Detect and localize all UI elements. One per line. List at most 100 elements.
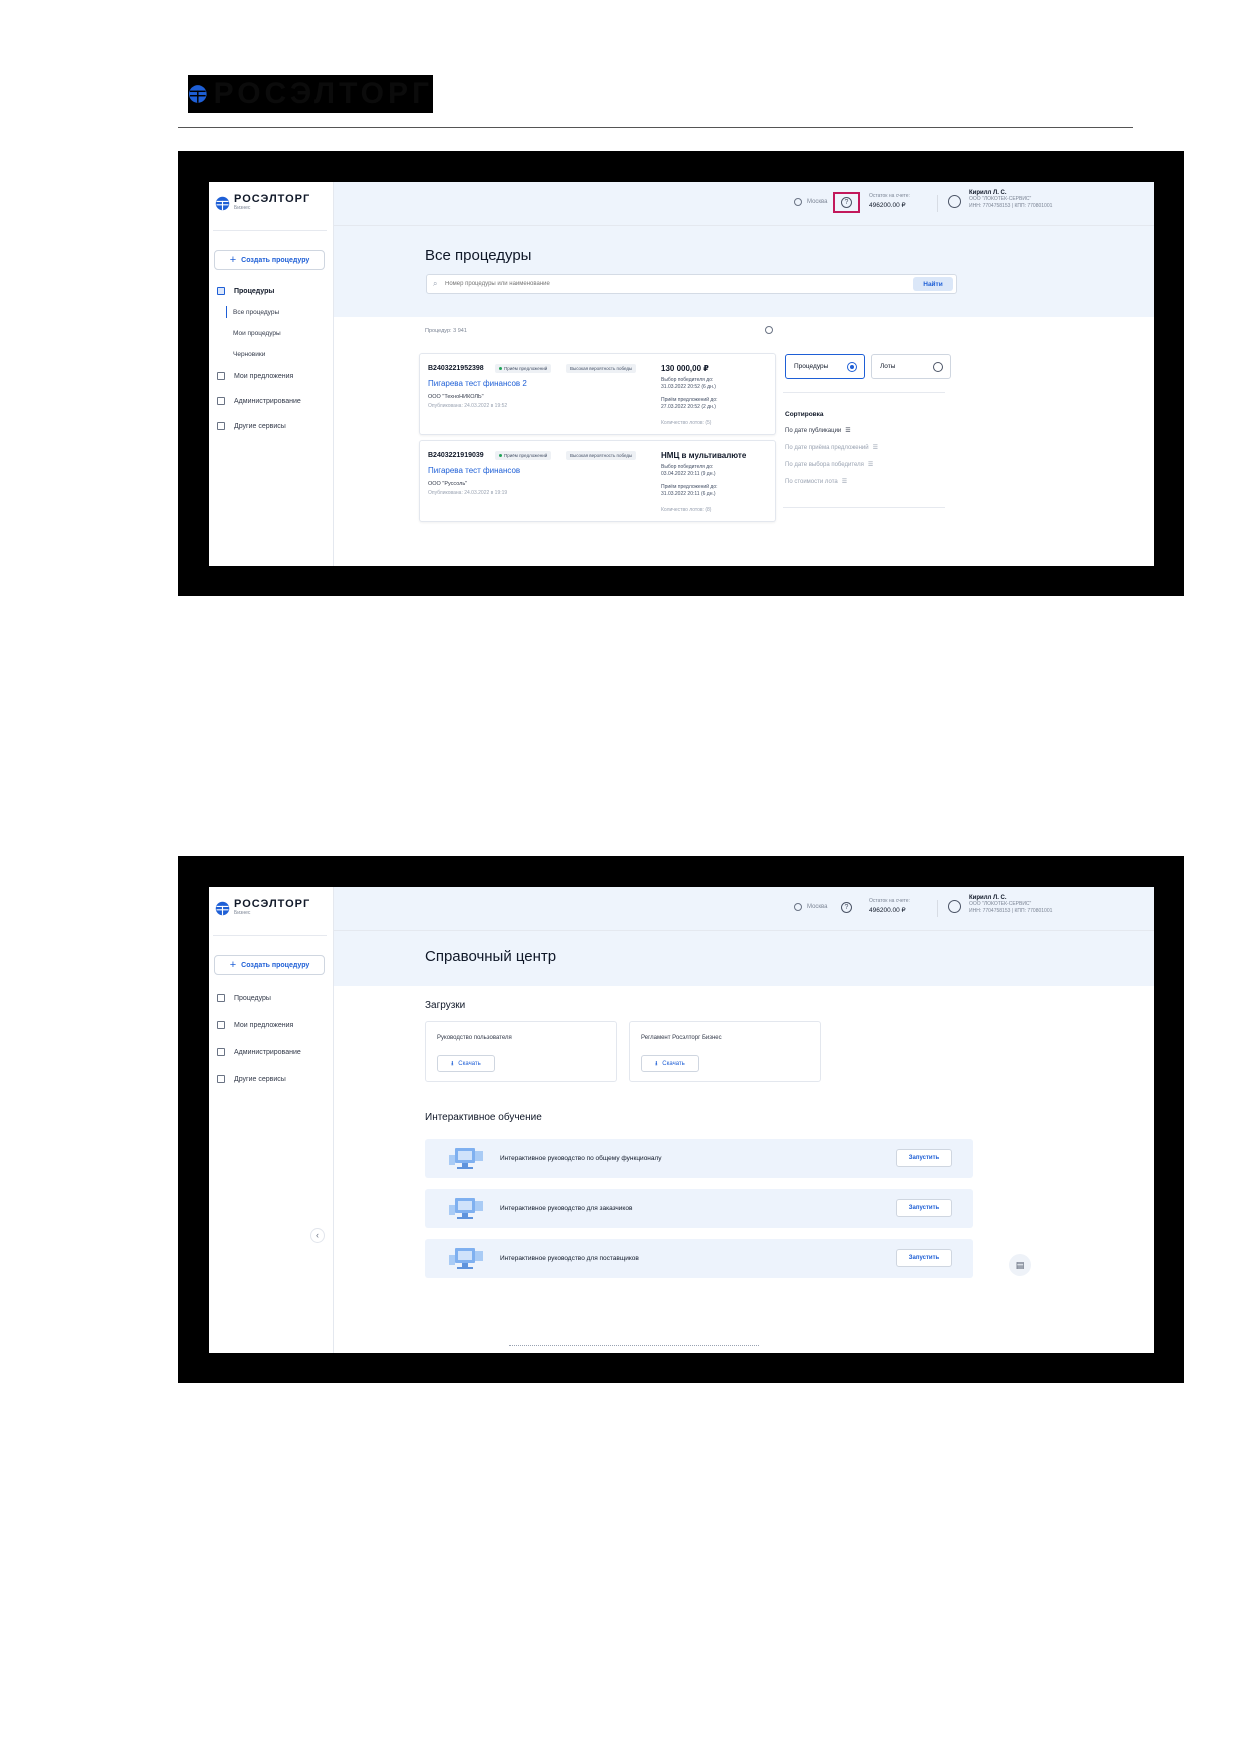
search-bar: ⌕ Найти xyxy=(426,274,957,294)
app-logo[interactable]: РОСЭЛТОРГ Бизнес xyxy=(215,899,310,917)
sort-label: По стоимости лота xyxy=(785,479,838,485)
create-procedure-button[interactable]: + Создать процедуру xyxy=(214,250,325,270)
download-icon: ⭳ xyxy=(655,1060,658,1067)
sidebar-item-administration[interactable]: Администрирование xyxy=(217,397,301,405)
sort-icon: ☰ xyxy=(872,445,878,451)
user-avatar-icon xyxy=(948,195,961,208)
launch-button[interactable]: Запустить xyxy=(896,1149,952,1167)
sidebar-item-my-offers[interactable]: Мои предложения xyxy=(217,372,293,380)
status-dot-icon xyxy=(499,367,502,371)
help-button[interactable]: ? xyxy=(833,897,860,918)
sidebar-item-procedures[interactable]: Процедуры xyxy=(217,994,271,1002)
status-dot-icon xyxy=(499,454,502,458)
procedure-organization: ООО "ТехноНИКОЛЬ" xyxy=(428,394,484,400)
winner-deadline: Выбор победителя до: 31.03.2022 20:52 (6 … xyxy=(661,377,771,390)
publication-date: Опубликована: 24.03.2022 в 19:52 xyxy=(428,403,508,409)
create-procedure-label: Создать процедуру xyxy=(241,256,310,264)
location-pin-icon xyxy=(794,198,802,206)
sidebar-item-other-services[interactable]: Другие сервисы xyxy=(217,1075,286,1083)
download-icon: ⭳ xyxy=(451,1060,454,1067)
create-procedure-button[interactable]: + Создать процедуру xyxy=(214,955,325,975)
search-input[interactable] xyxy=(445,278,905,290)
topbar: Москва ? Остаток на счете: 496200.00 ₽ К… xyxy=(334,887,1154,931)
user-menu[interactable]: Кирилл Л. С. ООО "ЛОКОТЕК-СЕРВИС" ИНН: 7… xyxy=(948,895,1052,915)
document-icon xyxy=(217,994,225,1002)
chat-icon: ▤ xyxy=(1015,1259,1025,1270)
publication-date: Опубликована: 24.03.2022 в 19:19 xyxy=(428,490,508,496)
footer-links xyxy=(509,1345,759,1352)
course-row: Интерактивное руководство для заказчиков… xyxy=(425,1189,973,1228)
chat-button[interactable]: ▤ xyxy=(1009,1254,1031,1276)
user-menu[interactable]: Кирилл Л. С. ООО "ЛОКОТЕК-СЕРВИС" ИНН: 7… xyxy=(948,190,1052,210)
sort-by-offers-date[interactable]: По дате приёма предложений ☰ xyxy=(785,444,878,451)
procedure-card[interactable]: B2403221919039 Приём предложений Высокая… xyxy=(419,440,776,522)
user-organization: ООО "ЛОКОТЕК-СЕРВИС" xyxy=(969,901,1032,907)
location-selector[interactable]: Москва xyxy=(794,198,827,206)
download-button[interactable]: ⭳ Скачать xyxy=(437,1055,495,1072)
procedure-title-link[interactable]: Пигарева тест финансов xyxy=(428,466,520,475)
procedure-card[interactable]: B2403221952398 Приём предложений Высокая… xyxy=(419,353,776,435)
sidebar-item-label: Администрирование xyxy=(234,397,301,405)
screenshot-all-procedures: РОСЭЛТОРГ Бизнес + Создать процедуру Проц… xyxy=(178,151,1184,596)
probability-badge: Высокая вероятность победы xyxy=(566,364,637,373)
lots-count: Количество лотов: (5) xyxy=(661,420,712,426)
course-row: Интерактивное руководство для поставщико… xyxy=(425,1239,973,1278)
sort-label: По дате приёма предложений xyxy=(785,445,869,451)
filter-divider xyxy=(783,507,945,508)
launch-button[interactable]: Запустить xyxy=(896,1249,952,1267)
download-button[interactable]: ⭳ Скачать xyxy=(641,1055,699,1072)
user-inn: ИНН: 7704758153 | КПП: 770801001 xyxy=(969,203,1053,209)
settings-gear-icon[interactable] xyxy=(765,326,773,334)
sidebar-item-all-procedures[interactable]: Все процедуры xyxy=(233,309,279,316)
sidebar-item-administration[interactable]: Администрирование xyxy=(217,1048,301,1056)
course-row: Интерактивное руководство по общему функ… xyxy=(425,1139,973,1178)
monitor-illustration-icon xyxy=(449,1198,483,1219)
app-logo[interactable]: РОСЭЛТОРГ Бизнес xyxy=(215,194,310,212)
toggle-lots[interactable]: Лоты xyxy=(871,354,951,379)
winner-deadline-date: 03.04.2022 20:11 (9 дн.) xyxy=(661,470,716,477)
screenshot-help-center: РОСЭЛТОРГ Бизнес + Создать процедуру Проц… xyxy=(178,856,1184,1383)
procedure-number: B2403221919039 xyxy=(428,452,484,459)
winner-deadline-date: 31.03.2022 20:52 (6 дн.) xyxy=(661,383,716,390)
offers-deadline-date: 27.03.2022 20:52 (2 дн.) xyxy=(661,403,716,410)
sort-by-publication[interactable]: По дате публикации ☰ xyxy=(785,427,851,434)
status-badge: Приём предложений xyxy=(495,451,552,460)
procedure-price: НМЦ в мультивалюте xyxy=(661,451,747,460)
sidebar-item-my-offers[interactable]: Мои предложения xyxy=(217,1021,293,1029)
sidebar-item-label: Другие сервисы xyxy=(234,422,286,430)
download-card: Регламент Росэлторг Бизнес ⭳ Скачать xyxy=(629,1021,821,1082)
sort-by-winner-date[interactable]: По дате выбора победителя ☰ xyxy=(785,461,873,468)
brand-name: РОСЭЛТОРГ xyxy=(234,193,311,205)
sort-by-lot-price[interactable]: По стоимости лота ☰ xyxy=(785,478,847,485)
sidebar-item-my-procedures[interactable]: Мои процедуры xyxy=(233,330,281,337)
sort-icon: ☰ xyxy=(845,428,851,434)
winner-deadline: Выбор победителя до: 03.04.2022 20:11 (9 … xyxy=(661,464,771,477)
sidebar: РОСЭЛТОРГ Бизнес + Создать процедуру Проц… xyxy=(209,182,334,566)
procedure-title-link[interactable]: Пигарева тест финансов 2 xyxy=(428,379,527,388)
brand-icon xyxy=(215,196,230,210)
sort-title: Сортировка xyxy=(785,411,824,418)
launch-button[interactable]: Запустить xyxy=(896,1199,952,1217)
location-pin-icon xyxy=(794,903,802,911)
sidebar-item-drafts[interactable]: Черновики xyxy=(233,351,265,358)
create-procedure-label: Создать процедуру xyxy=(241,961,310,969)
topbar-divider xyxy=(937,195,938,212)
page-title: Справочный центр xyxy=(425,948,557,965)
sidebar-item-label: Мои предложения xyxy=(234,1021,294,1029)
find-button[interactable]: Найти xyxy=(913,277,953,291)
toggle-procedures[interactable]: Процедуры xyxy=(785,354,865,379)
admin-icon xyxy=(217,1048,225,1056)
account-balance: Остаток на счете: 496200.00 ₽ xyxy=(869,898,910,914)
course-title: Интерактивное руководство по общему функ… xyxy=(500,1155,662,1162)
downloads-title: Загрузки xyxy=(425,1000,466,1011)
location-selector[interactable]: Москва xyxy=(794,903,827,911)
roseltorg-logo-icon xyxy=(188,85,207,103)
sidebar-item-other-services[interactable]: Другие сервисы xyxy=(217,422,286,430)
collapse-sidebar-button[interactable]: ‹ xyxy=(310,1228,325,1243)
help-button[interactable]: ? xyxy=(833,192,860,213)
offers-deadline: Приём предложений до: 27.03.2022 20:52 (2… xyxy=(661,397,771,410)
app-window: РОСЭЛТОРГ Бизнес + Создать процедуру Проц… xyxy=(209,182,1154,566)
sidebar-item-label: Мои предложения xyxy=(234,372,294,380)
download-label: Скачать xyxy=(662,1060,685,1067)
sidebar-item-procedures[interactable]: Процедуры xyxy=(217,287,274,295)
